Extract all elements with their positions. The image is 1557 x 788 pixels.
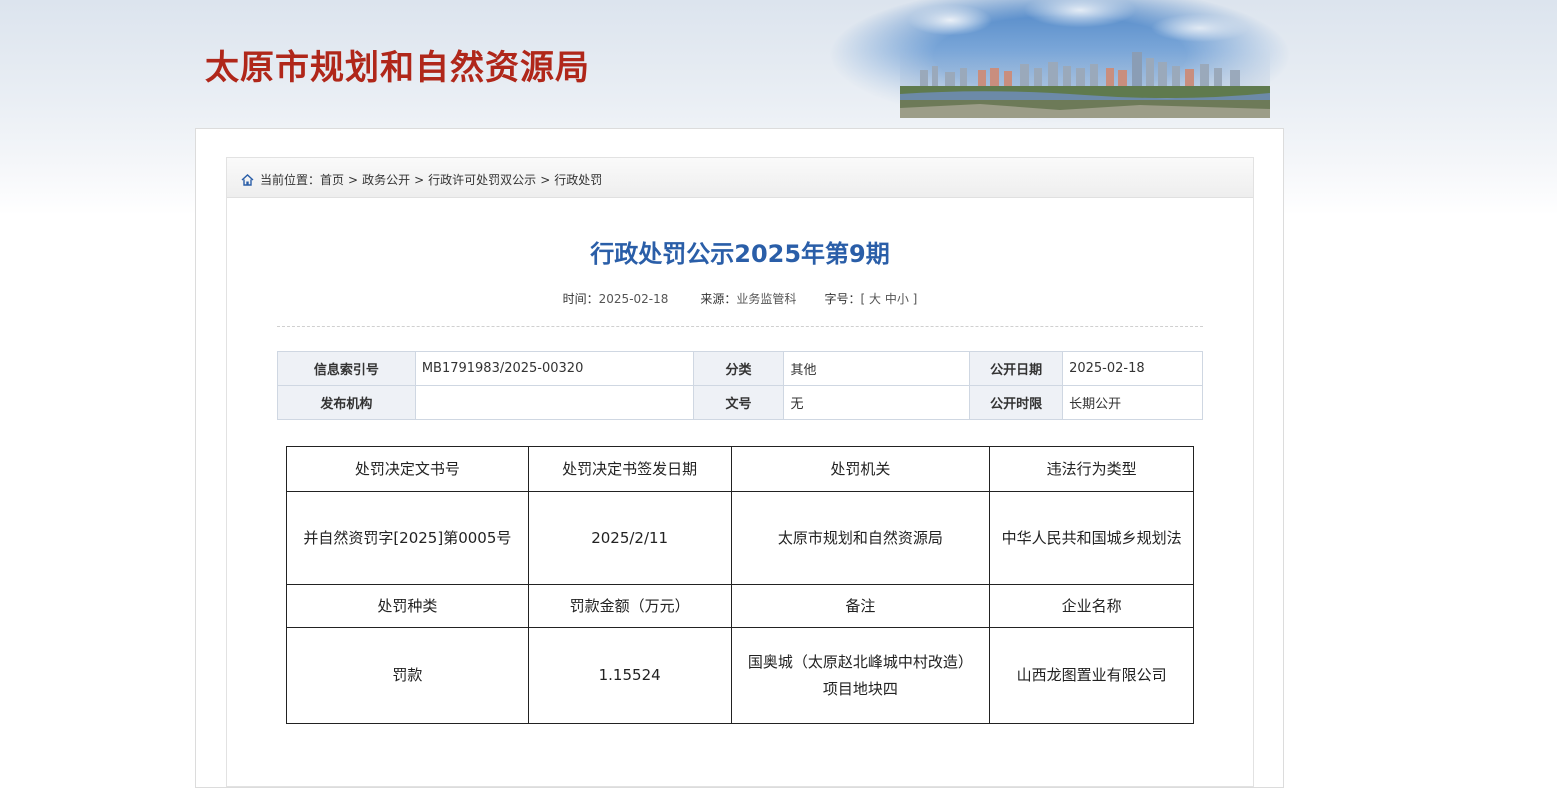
column-header: 处罚决定书签发日期 (527, 446, 732, 492)
breadcrumb-prefix: 当前位置： (260, 173, 321, 187)
article-title: 行政处罚公示2025年第9期 (590, 240, 890, 268)
breadcrumb-home-link[interactable]: 首页 (320, 173, 344, 187)
column-header: 企业名称 (989, 584, 1194, 628)
font-size-bracket-close: ] (912, 292, 918, 306)
doc-no-value: 无 (783, 385, 971, 420)
info-index-table: 信息索引号 MB1791983/2025-00320 分类 其他 公开日期 20… (277, 351, 1203, 420)
column-header: 处罚种类 (286, 584, 529, 628)
table-cell: 中华人民共和国城乡规划法 (989, 491, 1194, 585)
time-value: 2025-02-18 (598, 292, 669, 306)
divider (277, 326, 1203, 327)
category-label: 分类 (692, 351, 785, 386)
breadcrumb-gov-affairs-link[interactable]: 政务公开 (362, 173, 410, 187)
font-size-medium-link[interactable]: 中 (885, 292, 897, 306)
table-row: 罚款 1.15524 国奥城（太原赵北峰城中村改造）项目地块四 山西龙图置业有限… (286, 627, 1194, 724)
breadcrumb-separator: > (414, 173, 425, 187)
table-cell: 国奥城（太原赵北峰城中村改造）项目地块四 (730, 627, 991, 724)
breadcrumb-trail: 当前位置：首页 > 政务公开 > 行政许可处罚双公示 > 行政处罚 (260, 173, 602, 187)
table-cell: 1.15524 (527, 627, 732, 724)
index-value: MB1791983/2025-00320 (414, 351, 694, 386)
open-period-value: 长期公开 (1062, 385, 1203, 420)
home-icon (241, 174, 254, 186)
table-cell: 罚款 (286, 627, 529, 724)
column-header: 处罚决定文书号 (286, 446, 529, 492)
table-header-row: 处罚决定文书号 处罚决定书签发日期 处罚机关 违法行为类型 (286, 446, 1194, 492)
breadcrumb-publicity-link[interactable]: 行政许可处罚双公示 (428, 173, 536, 187)
publisher-label: 发布机构 (277, 385, 416, 420)
open-period-label: 公开时限 (969, 385, 1064, 420)
column-header: 处罚机关 (730, 446, 991, 492)
font-size-label: 字号： (824, 292, 861, 306)
font-size-large-link[interactable]: 大 (869, 292, 881, 306)
site-title: 太原市规划和自然资源局 (205, 48, 590, 88)
penalty-table: 处罚决定文书号 处罚决定书签发日期 处罚机关 违法行为类型 并自然资罚字[202… (286, 446, 1194, 724)
article-meta: 时间：2025-02-18 来源：业务监管科 字号：[ 大 中小 ] (226, 290, 1254, 307)
table-row: 发布机构 文号 无 公开时限 长期公开 (277, 385, 1203, 420)
table-cell: 太原市规划和自然资源局 (730, 491, 991, 585)
open-date-label: 公开日期 (969, 351, 1064, 386)
breadcrumb-separator: > (348, 173, 359, 187)
breadcrumb: 当前位置：首页 > 政务公开 > 行政许可处罚双公示 > 行政处罚 (227, 158, 1253, 198)
source-value: 业务监管科 (736, 292, 797, 306)
city-skyline-image (900, 48, 1270, 118)
table-cell: 山西龙图置业有限公司 (989, 627, 1194, 724)
table-cell: 并自然资罚字[2025]第0005号 (286, 491, 529, 585)
column-header: 违法行为类型 (989, 446, 1194, 492)
doc-no-label: 文号 (692, 385, 785, 420)
column-header: 备注 (730, 584, 991, 628)
source-label: 来源： (700, 292, 737, 306)
table-header-row: 处罚种类 罚款金额（万元） 备注 企业名称 (286, 584, 1194, 628)
font-size-small-link[interactable]: 小 (897, 292, 909, 306)
font-size-bracket-open: [ (860, 292, 866, 306)
column-header: 罚款金额（万元） (527, 584, 732, 628)
time-label: 时间： (562, 292, 599, 306)
category-value: 其他 (783, 351, 971, 386)
breadcrumb-separator: > (540, 173, 551, 187)
table-cell: 2025/2/11 (527, 491, 732, 585)
open-date-value: 2025-02-18 (1062, 351, 1203, 386)
breadcrumb-penalty-link[interactable]: 行政处罚 (554, 173, 602, 187)
publisher-value (414, 385, 694, 420)
table-row: 信息索引号 MB1791983/2025-00320 分类 其他 公开日期 20… (277, 351, 1203, 386)
index-label: 信息索引号 (277, 351, 416, 386)
table-row: 并自然资罚字[2025]第0005号 2025/2/11 太原市规划和自然资源局… (286, 491, 1194, 585)
